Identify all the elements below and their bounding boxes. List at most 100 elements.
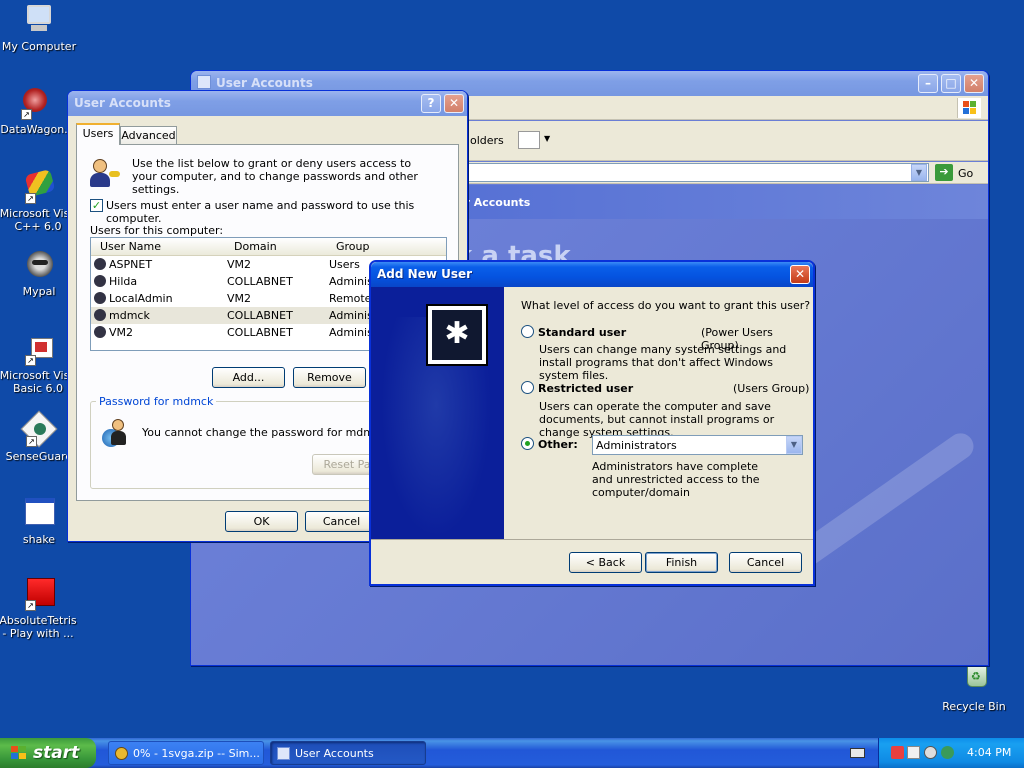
standard-user-radio[interactable] xyxy=(521,325,534,338)
desktop-icon-datawagon[interactable]: ↗ DataWagon. xyxy=(0,86,74,136)
tray-icon-2[interactable] xyxy=(907,746,920,759)
password-group-title: Password for mdmck xyxy=(96,395,217,408)
radio-selected-dot xyxy=(525,441,530,446)
ok-button[interactable]: OK xyxy=(225,511,298,532)
ua-dialog-titlebar[interactable]: User Accounts ? ✕ xyxy=(68,91,467,116)
domain-cell: VM2 xyxy=(227,292,252,305)
user-globe-icon xyxy=(102,419,130,449)
domain-cell: COLLABNET xyxy=(227,275,293,288)
windows-logo-icon xyxy=(957,98,981,118)
ua-dialog-title: User Accounts xyxy=(74,96,171,110)
user-name-cell: Hilda xyxy=(109,275,138,288)
other-label[interactable]: Other: xyxy=(538,438,578,451)
user-icon xyxy=(94,326,106,338)
taskbar-item-download[interactable]: 0% - 1svga.zip -- Sim... xyxy=(108,741,264,765)
folders-button[interactable]: olders xyxy=(470,134,504,147)
restricted-user-label[interactable]: Restricted user xyxy=(538,382,633,395)
user-name-cell: LocalAdmin xyxy=(109,292,173,305)
require-password-checkbox[interactable]: ✓ xyxy=(90,199,103,212)
tab-advanced[interactable]: Advanced xyxy=(120,126,177,145)
keyboard-asterisk-icon: ✱ xyxy=(426,304,488,366)
desktop-icon-label: My Computer xyxy=(1,40,77,53)
require-password-label[interactable]: Users must enter a user name and passwor… xyxy=(106,199,458,225)
close-button[interactable]: ✕ xyxy=(444,94,464,113)
address-dropdown-button[interactable]: ▼ xyxy=(911,164,927,181)
standard-user-description: Users can change many system settings an… xyxy=(539,343,787,382)
restricted-user-description: Users can operate the computer and save … xyxy=(539,400,775,439)
wizard-side-banner: ✱ xyxy=(371,287,504,539)
add-user-button[interactable]: Add... xyxy=(212,367,285,388)
users-icon xyxy=(89,157,121,189)
taskbar-item-user-accounts[interactable]: User Accounts xyxy=(270,741,426,765)
chevron-down-icon[interactable]: ▼ xyxy=(786,436,802,454)
help-button[interactable]: ? xyxy=(421,94,441,113)
tab-advanced-label: Advanced xyxy=(121,129,176,142)
start-label: start xyxy=(33,743,80,763)
tray-icon-3[interactable] xyxy=(924,746,937,759)
window-title: User Accounts xyxy=(216,76,313,90)
user-name-cell: VM2 xyxy=(109,326,134,339)
password-info-text: You cannot change the password for mdmck… xyxy=(142,426,390,439)
restricted-user-radio[interactable] xyxy=(521,381,534,394)
domain-cell: VM2 xyxy=(227,258,252,271)
user-icon xyxy=(94,275,106,287)
standard-user-label[interactable]: Standard user xyxy=(538,326,626,339)
raccoon-icon xyxy=(22,248,56,282)
go-button[interactable]: Go xyxy=(958,167,973,180)
tetris-icon: ↗ xyxy=(21,577,55,611)
views-dropdown-icon[interactable]: ▼ xyxy=(544,134,550,143)
visual-cpp-icon: ↗ xyxy=(21,169,56,204)
minimize-button[interactable]: – xyxy=(918,74,938,93)
domain-cell: COLLABNET xyxy=(227,326,293,339)
desktop-icon-label: DataWagon. xyxy=(0,123,68,136)
finish-button[interactable]: Finish xyxy=(645,552,718,573)
wizard-content: What level of access do you want to gran… xyxy=(504,287,813,539)
window-app-icon xyxy=(197,75,211,89)
tray-icon-4[interactable] xyxy=(941,746,954,759)
desktop-icon-absolutetetris[interactable]: ↗ AbsoluteTetris - Play with ... xyxy=(0,577,78,640)
other-group-value: Administrators xyxy=(596,439,677,452)
senseguard-icon: ↗ xyxy=(20,410,58,448)
user-icon xyxy=(94,258,106,270)
column-user-name[interactable]: User Name xyxy=(100,240,161,253)
add-new-user-dialog: Add New User ✕ ✱ What level of access do… xyxy=(369,260,815,586)
tray-icon-1[interactable] xyxy=(891,746,904,759)
keyboard-icon[interactable] xyxy=(850,748,865,758)
cancel-button[interactable]: Cancel xyxy=(305,511,378,532)
access-question: What level of access do you want to gran… xyxy=(521,299,811,312)
other-radio[interactable] xyxy=(521,437,534,450)
add-user-title: Add New User xyxy=(377,267,473,281)
close-button[interactable]: ✕ xyxy=(790,265,810,284)
start-button[interactable]: start xyxy=(0,738,96,768)
desktop-icon-my-computer[interactable]: My Computer xyxy=(0,3,79,53)
users-list-label: Users for this computer: xyxy=(90,224,224,237)
close-button[interactable]: ✕ xyxy=(964,74,984,93)
other-description: Administrators have complete and unrestr… xyxy=(592,460,760,499)
go-arrow-icon[interactable]: ➔ xyxy=(935,164,953,181)
desktop-icon-recycle-bin[interactable]: ♻ Recycle Bin xyxy=(934,663,1014,713)
taskbar: start 0% - 1svga.zip -- Sim... User Acco… xyxy=(0,738,1024,768)
views-icon[interactable] xyxy=(518,131,540,149)
add-user-titlebar[interactable]: Add New User ✕ xyxy=(371,262,813,287)
users-list-header: User Name Domain Group xyxy=(91,238,446,256)
datawagon-icon: ↗ xyxy=(17,86,51,120)
cancel-button[interactable]: Cancel xyxy=(729,552,802,573)
desktop-icon-label: AbsoluteTetris - Play with ... xyxy=(0,614,77,640)
clock[interactable]: 4:04 PM xyxy=(967,746,1011,759)
maximize-button[interactable]: □ xyxy=(941,74,961,93)
column-group[interactable]: Group xyxy=(336,240,370,253)
user-icon xyxy=(94,292,106,304)
user-accounts-app-icon xyxy=(277,747,290,760)
system-tray: 4:04 PM xyxy=(878,738,1024,768)
user-icon xyxy=(94,309,106,321)
remove-user-button[interactable]: Remove xyxy=(293,367,366,388)
taskbar-item-label: User Accounts xyxy=(295,747,374,760)
tab-users-label: Users xyxy=(82,127,114,140)
tab-users[interactable]: Users xyxy=(76,123,120,145)
recycle-bin-icon: ♻ xyxy=(957,663,991,697)
other-group-select[interactable]: Administrators ▼ xyxy=(592,435,803,455)
column-domain[interactable]: Domain xyxy=(234,240,277,253)
computer-icon xyxy=(22,3,56,37)
back-button[interactable]: < Back xyxy=(569,552,642,573)
desktop-icon-label: Recycle Bin xyxy=(942,700,1006,713)
